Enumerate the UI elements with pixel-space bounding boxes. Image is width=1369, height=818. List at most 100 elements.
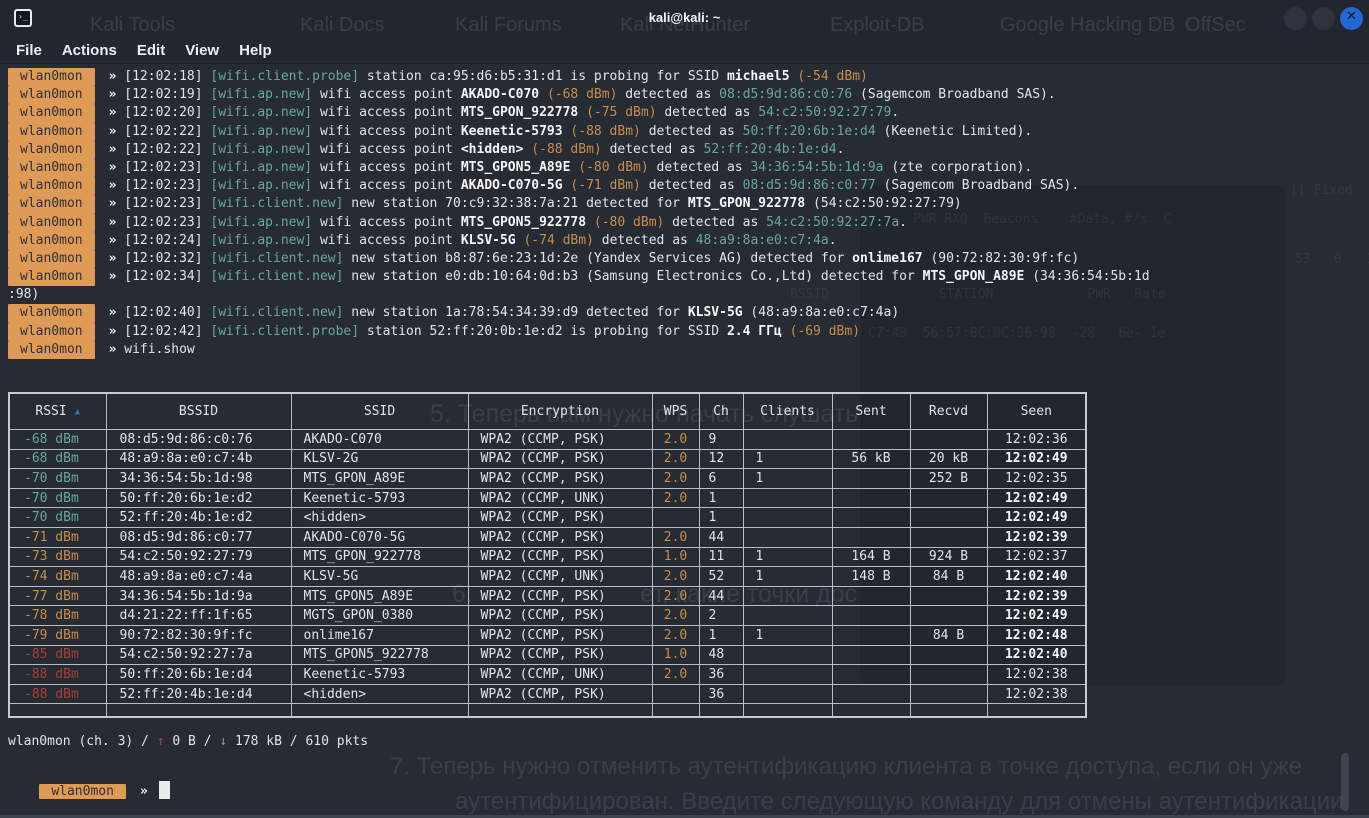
menu-item-view[interactable]: View <box>175 42 229 59</box>
log-chevron: » <box>109 324 125 339</box>
table-cell <box>832 625 910 645</box>
log-text-segment: AKADO-C070 <box>461 87 539 102</box>
table-cell: WPA2 (CCMP, PSK) <box>468 606 652 626</box>
log-chevron: » <box>109 160 125 175</box>
table-cell: 2.0 <box>652 488 699 508</box>
log-line: wlan0mon» [12:02:23] [wifi.client.new] n… <box>8 195 1369 213</box>
table-cell <box>910 527 987 547</box>
table-cell <box>743 684 832 704</box>
log-line: wlan0mon» [12:02:22] [wifi.ap.new] wifi … <box>8 123 1369 141</box>
log-text-segment: [12:02:23] <box>124 178 210 193</box>
log-chevron: » <box>109 87 125 102</box>
table-row: -88 dBm50:ff:20:6b:1e:d4Keenetic-5793WPA… <box>9 665 1086 685</box>
table-cell: 2.0 <box>652 586 699 606</box>
log-text-segment: (-80 dBm) <box>578 160 648 175</box>
table-cell: 44 <box>699 527 743 547</box>
log-text-segment: [wifi.client.new] <box>210 305 343 320</box>
table-row: -88 dBm52:ff:20:4b:1e:d4<hidden>WPA2 (CC… <box>9 684 1086 704</box>
table-row: -68 dBm08:d5:9d:86:c0:76AKADO-C070WPA2 (… <box>9 430 1086 450</box>
log-text-segment: MTS_GPON_922778 <box>688 196 805 211</box>
table-cell: WPA2 (CCMP, PSK) <box>468 586 652 606</box>
table-cell <box>832 488 910 508</box>
log-text-segment: onlime167 <box>852 251 922 266</box>
close-button[interactable] <box>1340 7 1363 30</box>
table-cell: 84 B <box>910 625 987 645</box>
column-header-ssid: SSID <box>291 393 468 430</box>
log-text-segment: detected as <box>594 233 696 248</box>
table-cell: -70 dBm <box>9 469 106 489</box>
table-row: -71 dBm08:d5:9d:86:c0:77AKADO-C070-5GWPA… <box>9 527 1086 547</box>
table-cell: WPA2 (CCMP, UNK) <box>468 488 652 508</box>
table-cell: WPA2 (CCMP, PSK) <box>468 469 652 489</box>
interface-badge: wlan0mon <box>8 268 95 286</box>
minimize-button[interactable] <box>1284 7 1307 30</box>
table-row: -74 dBm48:a9:8a:e0:c7:4aKLSV-5GWPA2 (CCM… <box>9 567 1086 587</box>
table-cell: 924 B <box>910 547 987 567</box>
table-cell: 52:ff:20:4b:1e:d4 <box>106 684 291 704</box>
table-cell: 54:c2:50:92:27:7a <box>106 645 291 665</box>
table-cell <box>743 586 832 606</box>
column-header-sent: Sent <box>832 393 910 430</box>
table-cell: 12 <box>699 449 743 469</box>
maximize-button[interactable] <box>1312 7 1335 30</box>
log-text-segment: (48:a9:8a:e0:c7:4a) <box>743 305 900 320</box>
prompt-interface-badge: wlan0mon <box>39 784 126 799</box>
table-cell: 48:a9:8a:e0:c7:4a <box>106 567 291 587</box>
table-cell: MTS_GPON5_A89E <box>291 586 468 606</box>
menu-item-edit[interactable]: Edit <box>127 42 175 59</box>
interface-badge: wlan0mon <box>8 86 95 104</box>
table-cell <box>743 488 832 508</box>
log-line: wlan0mon» [12:02:23] [wifi.ap.new] wifi … <box>8 159 1369 177</box>
column-header-bssid: BSSID <box>106 393 291 430</box>
log-text-segment: KLSV-5G <box>461 233 516 248</box>
table-cell: 36 <box>699 684 743 704</box>
table-cell <box>743 606 832 626</box>
log-text-segment: [wifi.ap.new] <box>210 105 312 120</box>
log-text-segment: [wifi.ap.new] <box>210 142 312 157</box>
table-cell: KLSV-5G <box>291 567 468 587</box>
interface-badge: wlan0mon <box>8 304 95 322</box>
table-cell: 1.0 <box>652 547 699 567</box>
text-cursor <box>159 781 170 799</box>
log-text-segment: (-75 dBm) <box>586 105 656 120</box>
log-text-segment: wifi access point <box>312 233 461 248</box>
log-text-segment: [wifi.ap.new] <box>210 233 312 248</box>
table-cell: d4:21:22:ff:1f:65 <box>106 606 291 626</box>
menu-item-help[interactable]: Help <box>229 42 282 59</box>
menu-item-actions[interactable]: Actions <box>52 42 127 59</box>
table-cell: -88 dBm <box>9 665 106 685</box>
status-line: wlan0mon (ch. 3) / ↑ 0 B / ↓ 178 kB / 61… <box>8 734 368 749</box>
log-line-continuation: :98) <box>8 286 1369 304</box>
table-cell: 84 B <box>910 567 987 587</box>
log-text-segment <box>578 105 586 120</box>
table-cell <box>832 586 910 606</box>
table-cell <box>743 665 832 685</box>
log-text-segment: 52:ff:20:4b:1e:d4 <box>704 142 837 157</box>
log-line: wlan0mon» [12:02:42] [wifi.client.probe]… <box>8 323 1369 341</box>
table-cell: 48 <box>699 645 743 665</box>
log-text-segment: wifi access point <box>312 124 461 139</box>
log-text-segment: detected as <box>641 178 743 193</box>
log-text-segment: 08:d5:9d:86:c0:77 <box>743 178 876 193</box>
wifi-table: RSSI▲BSSIDSSIDEncryptionWPSChClientsSent… <box>8 392 1087 718</box>
table-row: -70 dBm50:ff:20:6b:1e:d2Keenetic-5793WPA… <box>9 488 1086 508</box>
log-text-segment: (Sagemcom Broadband SAS). <box>876 178 1080 193</box>
log-text-segment: ↓ <box>219 734 227 749</box>
table-cell: 48:a9:8a:e0:c7:4b <box>106 449 291 469</box>
table-cell <box>743 508 832 528</box>
log-chevron: » <box>109 342 125 357</box>
log-text-segment: station 52:ff:20:0b:1e:d2 is probing for… <box>359 324 727 339</box>
log-text-segment: MTS_GPON_A89E <box>923 269 1025 284</box>
log-line: wlan0mon» [12:02:24] [wifi.ap.new] wifi … <box>8 232 1369 250</box>
table-cell: 12:02:37 <box>987 547 1086 567</box>
table-cell: 50:ff:20:6b:1e:d4 <box>106 665 291 685</box>
log-line: wlan0mon» [12:02:19] [wifi.ap.new] wifi … <box>8 86 1369 104</box>
table-cell: 1 <box>743 567 832 587</box>
table-cell: -73 dBm <box>9 547 106 567</box>
table-cell: 52 <box>699 567 743 587</box>
menu-item-file[interactable]: File <box>6 42 52 59</box>
table-row: -70 dBm52:ff:20:4b:1e:d2<hidden>WPA2 (CC… <box>9 508 1086 528</box>
terminal-viewport[interactable]: wlan0mon» [12:02:18] [wifi.client.probe]… <box>0 63 1369 818</box>
log-text-segment: 48:a9:8a:e0:c7:4a <box>696 233 829 248</box>
command-prompt[interactable]: wlan0mon» <box>8 766 170 814</box>
